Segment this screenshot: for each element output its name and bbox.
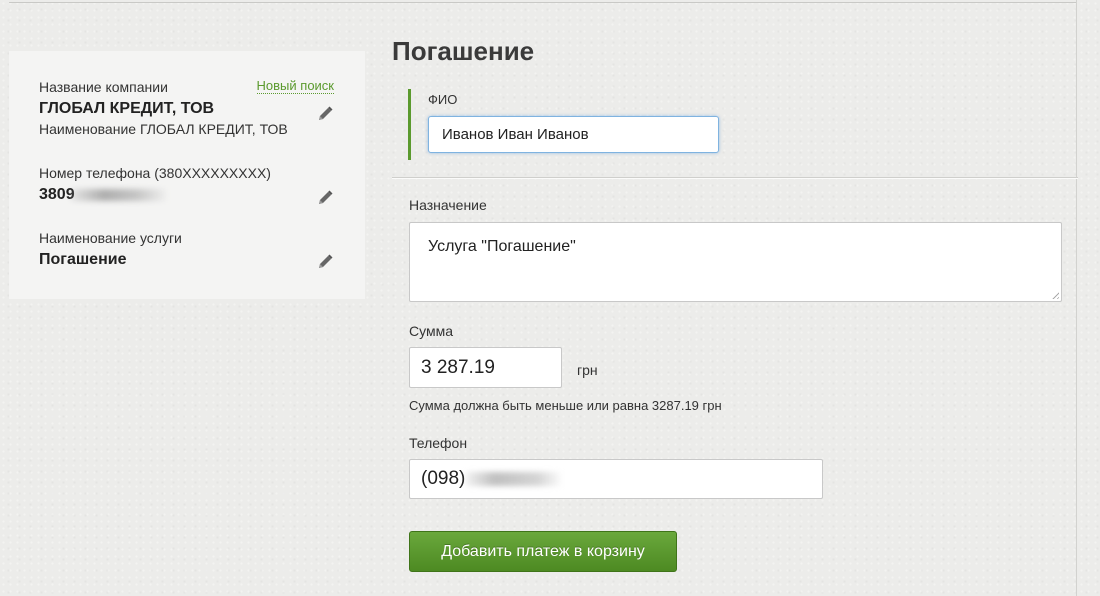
edit-company-pencil-icon[interactable] xyxy=(316,105,334,123)
payment-summary-panel: Название компании ГЛОБАЛ КРЕДИТ, ТОВ Наи… xyxy=(9,51,365,299)
phone-label: Номер телефона (380XXXXXXXXX) xyxy=(39,165,271,181)
service-section: Наименование услуги Погашение xyxy=(39,230,339,269)
phone-redaction xyxy=(70,188,166,201)
amount-label: Сумма xyxy=(409,323,453,339)
add-to-cart-button[interactable]: Добавить платеж в корзину xyxy=(409,531,677,572)
currency-label: грн xyxy=(577,362,598,378)
phone-field-label: Телефон xyxy=(409,435,468,451)
service-value: Погашение xyxy=(39,251,127,268)
service-label: Наименование услуги xyxy=(39,230,182,246)
amount-input[interactable] xyxy=(409,347,562,388)
company-full-name: Наименование ГЛОБАЛ КРЕДИТ, ТОВ xyxy=(39,121,288,137)
phone-section: Номер телефона (380XXXXXXXXX) 3809 xyxy=(39,165,339,204)
fio-label: ФИО xyxy=(428,92,458,107)
edit-phone-pencil-icon[interactable] xyxy=(316,189,334,207)
fio-input[interactable] xyxy=(428,116,719,153)
edit-service-pencil-icon[interactable] xyxy=(316,253,334,271)
top-border xyxy=(9,0,1077,3)
right-border xyxy=(1076,0,1077,596)
section-divider xyxy=(392,177,1078,179)
phone-input-redaction xyxy=(466,472,561,486)
phone-value: 3809 xyxy=(39,186,339,204)
page-title: Погашение xyxy=(392,36,535,66)
fio-field-group: ФИО xyxy=(408,89,728,160)
amount-hint: Сумма должна быть меньше или равна 3287.… xyxy=(409,398,722,413)
new-search-link[interactable]: Новый поиск xyxy=(256,79,334,94)
company-name: ГЛОБАЛ КРЕДИТ, ТОВ xyxy=(39,100,215,117)
purpose-textarea[interactable] xyxy=(409,222,1062,302)
purpose-label: Назначение xyxy=(409,197,487,213)
